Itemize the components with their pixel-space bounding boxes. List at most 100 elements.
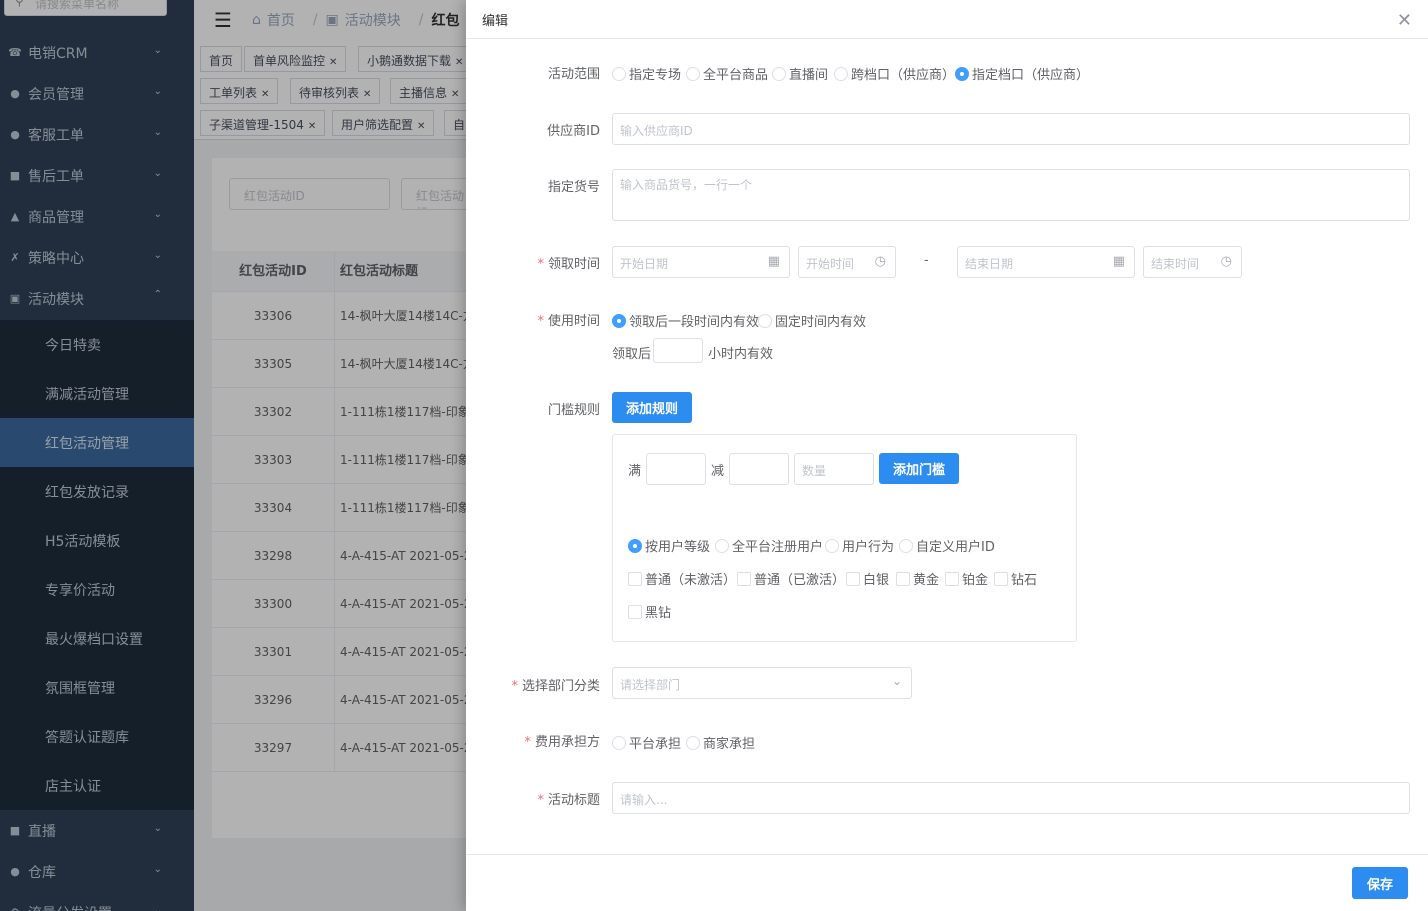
add-threshold-button[interactable]: 添加门槛 [879, 453, 959, 484]
radio-label: 指定专场 [629, 68, 682, 83]
radio-circle [955, 66, 969, 81]
radio-label: 全平台注册用户 [732, 540, 824, 555]
radio-label: 固定时间内有效 [775, 315, 867, 330]
checkbox-box [945, 571, 959, 586]
chevron-down-icon: ⌄ [891, 674, 902, 688]
level-checkbox[interactable]: 钻石 [994, 569, 1037, 588]
label-text: 使用时间 [547, 314, 600, 329]
radio-label: 按用户等级 [645, 540, 711, 555]
minus-label: 减 [711, 464, 725, 479]
user-radio[interactable]: 全平台注册用户 [715, 536, 823, 555]
use-time-radio-selected[interactable]: 领取后一段时间内有效 [612, 311, 759, 330]
full-label: 满 [628, 464, 642, 479]
scope-radio[interactable]: 直播间 [772, 64, 828, 83]
edit-drawer: 编辑 ✕ 活动范围 指定专场 全平台商品 直播间 跨档口（供应商） 指定档口（供… [466, 0, 1428, 911]
label-text: 活动标题 [547, 793, 600, 808]
radio-circle [715, 538, 729, 553]
full-amount-input[interactable] [646, 453, 706, 485]
calendar-icon: ▦ [767, 254, 780, 269]
end-date-picker[interactable]: 结束日期 ▦ [957, 246, 1135, 278]
checkbox-box [628, 604, 642, 619]
start-time-picker[interactable]: 开始时间 ◷ [798, 246, 896, 278]
level-checkbox[interactable]: 铂金 [945, 569, 988, 588]
radio-circle [628, 538, 642, 553]
radio-circle [686, 735, 700, 750]
radio-circle [612, 313, 626, 328]
department-label: * 选择部门分类 [466, 675, 600, 694]
input-placeholder: 开始日期 [620, 257, 669, 271]
calendar-icon: ▦ [1112, 254, 1125, 269]
cost-radio[interactable]: 商家承担 [686, 733, 755, 752]
textarea-placeholder: 输入商品货号，一行一个 [620, 178, 753, 192]
radio-circle [758, 313, 772, 328]
scope-radio[interactable]: 跨档口（供应商） [834, 64, 955, 83]
checkbox-label: 黑钻 [645, 606, 672, 621]
checkbox-label: 普通（已激活） [754, 573, 846, 588]
input-placeholder: 结束时间 [1151, 257, 1200, 271]
supplier-label: 供应商ID [547, 124, 600, 139]
scope-radio[interactable]: 全平台商品 [686, 64, 768, 83]
input-placeholder: 输入供应商ID [620, 124, 693, 138]
drawer-footer-divider [466, 854, 1428, 855]
level-checkbox[interactable]: 普通（未激活） [628, 569, 736, 588]
checkbox-box [846, 571, 860, 586]
radio-label: 领取后一段时间内有效 [629, 315, 760, 330]
radio-label: 自定义用户ID [916, 540, 995, 555]
hours-suffix: 小时内有效 [708, 347, 774, 362]
radio-label: 直播间 [789, 68, 829, 83]
checkbox-label: 铂金 [962, 573, 989, 588]
goods-label: 指定货号 [547, 180, 600, 195]
level-checkbox[interactable]: 黄金 [896, 569, 939, 588]
user-radio[interactable]: 用户行为 [825, 536, 894, 555]
minus-amount-input[interactable] [729, 453, 789, 485]
checkbox-box [994, 571, 1008, 586]
checkbox-label: 普通（未激活） [645, 573, 737, 588]
radio-label: 商家承担 [703, 737, 756, 752]
scope-radio[interactable]: 指定专场 [612, 64, 681, 83]
radio-label: 平台承担 [629, 737, 682, 752]
supplier-id-input[interactable]: 输入供应商ID [612, 113, 1410, 145]
radio-label: 跨档口（供应商） [851, 68, 956, 83]
level-checkbox[interactable]: 普通（已激活） [737, 569, 845, 588]
add-rule-button[interactable]: 添加规则 [612, 392, 692, 423]
user-radio-selected[interactable]: 按用户等级 [628, 536, 710, 555]
receive-time-label: * 领取时间 [466, 253, 600, 272]
radio-circle [899, 538, 913, 553]
range-dash: - [924, 253, 929, 268]
radio-circle [686, 66, 700, 81]
hours-input[interactable] [653, 338, 703, 363]
drawer-title: 编辑 [482, 14, 509, 29]
checkbox-box [896, 571, 910, 586]
activity-title-label: * 活动标题 [466, 789, 600, 808]
drawer-header: 编辑 ✕ [466, 0, 1428, 39]
activity-title-input[interactable]: 请输入... [612, 782, 1410, 814]
label-text: 费用承担方 [534, 735, 600, 750]
checkbox-label: 黄金 [913, 573, 940, 588]
end-time-picker[interactable]: 结束时间 ◷ [1143, 246, 1242, 278]
quantity-input[interactable]: 数量 [794, 453, 874, 485]
scope-label: 活动范围 [547, 67, 600, 82]
save-button[interactable]: 保存 [1352, 867, 1408, 899]
close-icon[interactable]: ✕ [1397, 10, 1412, 31]
required-mark: * [537, 314, 544, 329]
goods-textarea[interactable]: 输入商品货号，一行一个 [612, 169, 1410, 221]
input-placeholder: 数量 [802, 464, 827, 478]
use-time-radio[interactable]: 固定时间内有效 [758, 311, 866, 330]
input-placeholder: 请输入... [620, 793, 668, 807]
required-mark: * [537, 257, 544, 272]
start-date-picker[interactable]: 开始日期 ▦ [612, 246, 790, 278]
checkbox-box [628, 571, 642, 586]
user-radio[interactable]: 自定义用户ID [899, 536, 995, 555]
input-placeholder: 结束日期 [965, 257, 1014, 271]
radio-circle [825, 538, 839, 553]
radio-circle [612, 66, 626, 81]
radio-circle [772, 66, 786, 81]
label-text: 选择部门分类 [521, 679, 600, 694]
cost-radio[interactable]: 平台承担 [612, 733, 681, 752]
clock-icon: ◷ [874, 254, 886, 269]
department-select[interactable]: 请选择部门 ⌄ [612, 667, 912, 699]
scope-radio-selected[interactable]: 指定档口（供应商） [955, 64, 1089, 83]
level-checkbox[interactable]: 黑钻 [628, 602, 671, 621]
level-checkbox[interactable]: 白银 [846, 569, 889, 588]
input-placeholder: 开始时间 [806, 257, 855, 271]
